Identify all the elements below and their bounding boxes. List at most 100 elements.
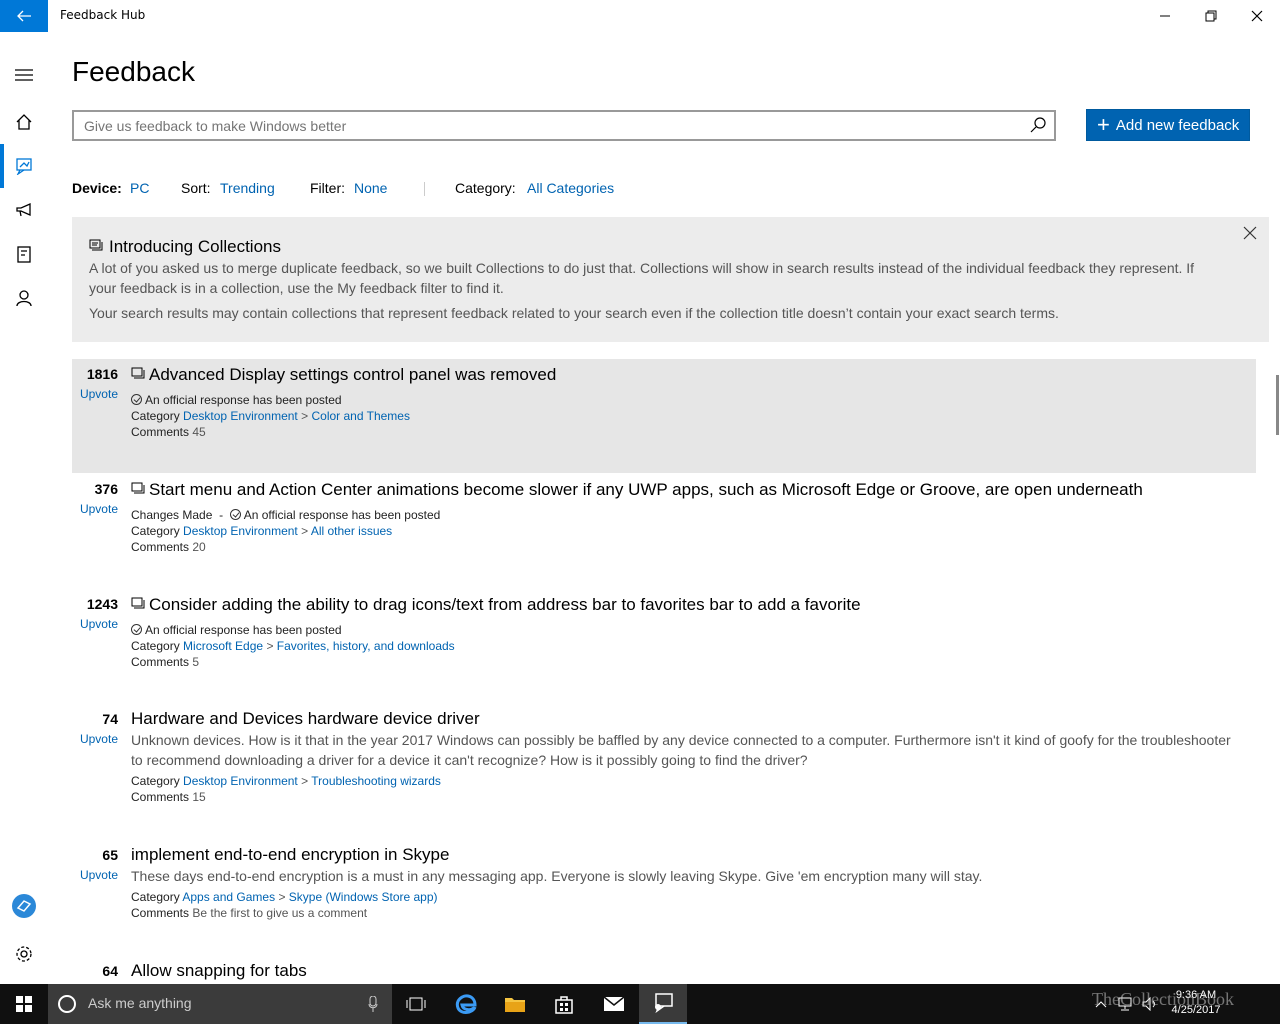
banner-description: A lot of you asked us to merge duplicate…	[89, 260, 1195, 296]
feedback-title: Advanced Display settings control panel …	[131, 365, 556, 385]
nav-insider[interactable]	[0, 884, 48, 928]
feedback-item[interactable]: 65 Upvote implement end-to-end encryptio…	[72, 840, 1256, 954]
cortana-search-box[interactable]: Ask me anything	[48, 984, 392, 1024]
upvote-button[interactable]: Upvote	[72, 732, 118, 746]
close-icon	[1251, 10, 1263, 22]
search-button[interactable]	[1030, 117, 1048, 135]
add-new-feedback-label: Add new feedback	[1115, 116, 1240, 134]
vote-count: 376	[94, 481, 118, 497]
quest-icon	[17, 246, 31, 263]
microphone-icon[interactable]	[368, 996, 378, 1012]
page-title: Feedback	[72, 56, 195, 87]
nav-profile[interactable]	[0, 276, 48, 320]
back-button[interactable]	[0, 0, 48, 32]
cortana-search-text: Ask me anything	[88, 995, 192, 1011]
sort-dropdown[interactable]: Trending	[220, 180, 275, 196]
vote-count: 64	[102, 963, 118, 979]
store-icon	[555, 996, 573, 1014]
filter-label: Filter:	[310, 180, 345, 196]
feedback-comments: Comments 15	[131, 790, 206, 804]
filter-dropdown[interactable]: None	[354, 180, 387, 196]
feedback-comments: Comments 20	[131, 540, 206, 554]
subcategory-link[interactable]: All other issues	[311, 524, 392, 538]
banner-note: Your search results may contain collecti…	[89, 305, 1059, 321]
feedback-title: Consider adding the ability to drag icon…	[131, 595, 861, 615]
title-bar: Feedback Hub	[0, 0, 1280, 32]
taskbar-edge[interactable]	[442, 984, 490, 1024]
nav-settings[interactable]	[0, 932, 48, 976]
taskbar-store[interactable]	[540, 984, 588, 1024]
feedback-item[interactable]: 74 Upvote Hardware and Devices hardware …	[72, 704, 1256, 838]
banner-title: Introducing Collections	[109, 237, 281, 256]
feedback-title: Hardware and Devices hardware device dri…	[131, 709, 480, 728]
restore-button[interactable]	[1188, 0, 1234, 32]
start-button[interactable]	[0, 984, 48, 1024]
category-link[interactable]: Desktop Environment	[183, 774, 298, 788]
close-button[interactable]	[1234, 0, 1280, 32]
feedback-title: implement end-to-end encryption in Skype	[131, 845, 450, 864]
subcategory-link[interactable]: Color and Themes	[311, 409, 410, 423]
feedback-category: Category Desktop Environment > Color and…	[131, 409, 410, 423]
upvote-button[interactable]: Upvote	[72, 387, 118, 401]
active-indicator	[0, 144, 4, 188]
nav-feedback[interactable]	[0, 144, 48, 188]
cortana-icon	[58, 995, 76, 1013]
main-content: Feedback + Add new feedback Device: PC S…	[72, 32, 1272, 984]
banner-close-button[interactable]	[1243, 225, 1259, 241]
upvote-button[interactable]: Upvote	[72, 617, 118, 631]
collection-icon	[131, 367, 145, 379]
checkmark-icon	[229, 509, 241, 520]
nav-home[interactable]	[0, 100, 48, 144]
device-dropdown[interactable]: PC	[130, 180, 149, 196]
feedback-category: Category Desktop Environment > All other…	[131, 524, 393, 538]
search-icon	[1030, 117, 1046, 133]
feedback-comments: Comments 5	[131, 655, 200, 669]
category-link[interactable]: Microsoft Edge	[183, 639, 263, 653]
vote-count: 65	[102, 847, 118, 863]
minimize-icon	[1160, 15, 1170, 17]
feedback-comments: Comments Be the first to give us a comme…	[131, 906, 368, 920]
scrollbar-thumb[interactable]	[1276, 375, 1279, 435]
feedback-item[interactable]: 1816 Upvote Advanced Display settings co…	[72, 359, 1256, 473]
category-dropdown[interactable]: All Categories	[527, 180, 614, 196]
plus-icon: +	[1097, 112, 1110, 137]
taskbar-feedback-hub[interactable]	[639, 984, 687, 1024]
taskbar-mail[interactable]	[590, 984, 638, 1024]
feedback-category: Category Desktop Environment > Troublesh…	[131, 774, 441, 788]
upvote-button[interactable]: Upvote	[72, 868, 118, 882]
sort-label: Sort:	[181, 180, 211, 196]
feedback-item[interactable]: 376 Upvote Start menu and Action Center …	[72, 474, 1256, 588]
home-icon	[16, 114, 32, 130]
checkmark-icon	[131, 624, 142, 635]
subcategory-link[interactable]: Troubleshooting wizards	[311, 774, 441, 788]
hamburger-menu-button[interactable]	[0, 53, 48, 97]
taskbar-file-explorer[interactable]	[491, 984, 539, 1024]
gear-icon	[16, 946, 32, 962]
folder-icon	[505, 998, 525, 1012]
official-response: An official response has been posted	[131, 623, 342, 637]
nav-announcements[interactable]	[0, 188, 48, 232]
category-link[interactable]: Apps and Games	[182, 890, 275, 904]
edge-icon	[455, 994, 477, 1014]
task-view-button[interactable]	[392, 984, 440, 1024]
task-view-icon	[406, 997, 426, 1011]
minimize-button[interactable]	[1142, 0, 1188, 32]
search-input[interactable]	[74, 112, 1024, 139]
collection-icon	[131, 597, 145, 609]
subcategory-link[interactable]: Favorites, history, and downloads	[277, 639, 455, 653]
feedback-item[interactable]: 64 Allow snapping for tabs	[72, 956, 1256, 984]
vote-count: 74	[102, 711, 118, 727]
category-link[interactable]: Desktop Environment	[183, 524, 298, 538]
upvote-button[interactable]: Upvote	[72, 502, 118, 516]
category-link[interactable]: Desktop Environment	[183, 409, 298, 423]
filter-divider	[424, 182, 425, 196]
feedback-item[interactable]: 1243 Upvote Consider adding the ability …	[72, 589, 1256, 703]
back-arrow-icon	[17, 10, 31, 22]
feedback-category: Category Microsoft Edge > Favorites, his…	[131, 639, 455, 653]
restore-icon	[1205, 10, 1217, 22]
collection-icon	[89, 239, 103, 251]
nav-quests[interactable]	[0, 232, 48, 276]
subcategory-link[interactable]: Skype (Windows Store app)	[289, 890, 438, 904]
checkmark-icon	[131, 394, 142, 405]
add-new-feedback-button[interactable]: + Add new feedback	[1086, 109, 1250, 141]
